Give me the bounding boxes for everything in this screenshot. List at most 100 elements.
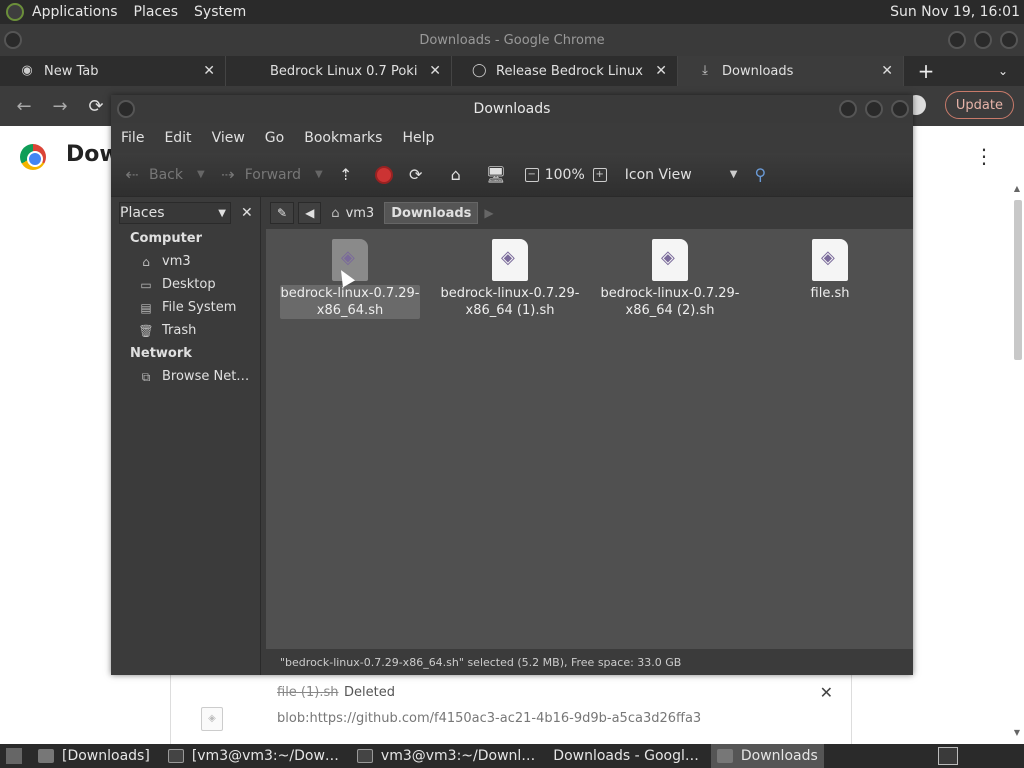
up-button[interactable]: ⇡ bbox=[335, 164, 363, 186]
minimize-button[interactable] bbox=[839, 100, 857, 118]
sidebar-item-browse-network[interactable]: ⧉ Browse Net… bbox=[111, 365, 260, 388]
more-options-icon[interactable]: ⋮ bbox=[974, 144, 994, 168]
file-item[interactable]: file.sh bbox=[760, 229, 900, 302]
edit-location-icon[interactable]: ✎ bbox=[270, 202, 295, 224]
page-scrollbar[interactable] bbox=[1014, 182, 1022, 742]
file-item[interactable]: bedrock-linux-0.7.29-x86_64 (2).sh bbox=[600, 229, 740, 319]
file-manager-window: Downloads File Edit View Go Bookmarks He… bbox=[111, 95, 913, 675]
sidebar-item-file-system[interactable]: ▤ File System bbox=[111, 296, 260, 319]
close-button[interactable] bbox=[891, 100, 909, 118]
chrome-icon: ◉ bbox=[21, 63, 33, 78]
menu-bookmarks[interactable]: Bookmarks bbox=[304, 130, 382, 146]
tab-release-bedrock[interactable]: ◯ Release Bedrock Linux 0.7.2 ✕ bbox=[452, 56, 678, 86]
places-menu[interactable]: Places bbox=[134, 4, 179, 20]
taskbar-item-active[interactable]: Downloads bbox=[710, 744, 824, 768]
zoom-level: 100% bbox=[544, 166, 585, 183]
scroll-down-icon[interactable]: ▼ bbox=[1014, 728, 1020, 737]
menu-go[interactable]: Go bbox=[265, 130, 284, 146]
new-tab-button[interactable]: + bbox=[914, 59, 938, 83]
stop-icon bbox=[374, 165, 393, 184]
taskbar-item[interactable]: [vm3@vm3:~/Dow… bbox=[162, 744, 345, 768]
back-label: Back bbox=[149, 166, 183, 183]
taskbar-item[interactable]: vm3@vm3:~/Downl… bbox=[351, 744, 541, 768]
sidebar-header: Places ▼ ✕ bbox=[111, 199, 260, 227]
menu-help[interactable]: Help bbox=[402, 130, 434, 146]
close-tab-icon[interactable]: ✕ bbox=[429, 63, 441, 79]
file-name: bedrock-linux-0.7.29-x86_64 (1).sh bbox=[440, 286, 580, 318]
tab-search-chevron-icon[interactable]: ⌄ bbox=[998, 64, 1008, 78]
close-tab-icon[interactable]: ✕ bbox=[655, 63, 667, 79]
close-tab-icon[interactable]: ✕ bbox=[881, 63, 893, 79]
minimize-button[interactable] bbox=[948, 31, 966, 49]
home-button[interactable]: ⌂ bbox=[445, 164, 473, 186]
update-button[interactable]: Update bbox=[944, 91, 1014, 119]
tab-new-tab[interactable]: ◉ New Tab ✕ bbox=[0, 56, 226, 86]
sidebar-item-label: Desktop bbox=[162, 277, 216, 292]
close-tab-icon[interactable]: ✕ bbox=[203, 63, 215, 79]
tab-downloads[interactable]: ⤓ Downloads ✕ bbox=[678, 56, 904, 86]
zoom-control[interactable]: − 100% + bbox=[524, 166, 613, 183]
close-button[interactable] bbox=[1000, 31, 1018, 49]
home-folder-icon: ⌂ bbox=[331, 205, 340, 221]
window-menu-button[interactable] bbox=[4, 31, 22, 49]
file-icon-view[interactable]: bedrock-linux-0.7.29-x86_64.sh bedrock-l… bbox=[266, 229, 913, 649]
sidebar-item-vm3[interactable]: ⌂ vm3 bbox=[111, 250, 260, 273]
tab-bedrock-install[interactable]: Bedrock Linux 0.7 Poki Insta ✕ bbox=[226, 56, 452, 86]
zoom-in-icon[interactable]: + bbox=[592, 167, 607, 182]
sidebar-item-label: vm3 bbox=[162, 254, 191, 269]
chevron-down-icon[interactable]: ▼ bbox=[315, 169, 323, 180]
sidebar: Places ▼ ✕ Computer ⌂ vm3 ▭ Desktop ▤ Fi… bbox=[111, 197, 261, 675]
menu-file[interactable]: File bbox=[121, 130, 144, 146]
chrome-titlebar[interactable]: Downloads - Google Chrome bbox=[0, 24, 1024, 56]
reload-button[interactable]: ⟳ bbox=[84, 96, 108, 117]
mate-logo-icon[interactable] bbox=[6, 3, 24, 21]
sidebar-item-label: Browse Net… bbox=[162, 369, 250, 384]
close-sidebar-icon[interactable]: ✕ bbox=[241, 205, 253, 221]
breadcrumb-vm3[interactable]: ⌂ vm3 bbox=[325, 202, 380, 224]
path-forward-icon[interactable]: ▶ bbox=[484, 206, 493, 220]
zoom-out-icon[interactable]: − bbox=[524, 167, 539, 182]
path-bar: ✎ ◀ ⌂ vm3 Downloads ▶ bbox=[266, 197, 913, 229]
search-button[interactable]: ⚲ bbox=[749, 164, 777, 186]
fm-titlebar[interactable]: Downloads bbox=[111, 95, 913, 123]
download-filename[interactable]: file (1).sh bbox=[277, 685, 339, 700]
system-menu[interactable]: System bbox=[194, 4, 246, 20]
download-status: Deleted bbox=[344, 685, 395, 700]
applications-menu[interactable]: Applications bbox=[32, 4, 118, 20]
breadcrumb-label: vm3 bbox=[345, 205, 375, 221]
computer-button[interactable]: 🖥 bbox=[485, 164, 513, 186]
fm-menubar: File Edit View Go Bookmarks Help bbox=[111, 123, 913, 153]
sidebar-item-trash[interactable]: 🗑 Trash bbox=[111, 319, 260, 342]
chrome-logo-icon bbox=[20, 144, 46, 170]
sidebar-mode-label: Places bbox=[120, 205, 165, 221]
menu-view[interactable]: View bbox=[212, 130, 245, 146]
sidebar-item-desktop[interactable]: ▭ Desktop bbox=[111, 273, 260, 296]
taskbar-item[interactable]: [Downloads] bbox=[32, 744, 156, 768]
arrow-left-icon: ⇠ bbox=[125, 164, 139, 184]
scroll-up-icon[interactable]: ▲ bbox=[1014, 184, 1020, 193]
chevron-down-icon[interactable]: ▼ bbox=[197, 169, 205, 180]
taskbar-item[interactable]: Downloads - Googl… bbox=[547, 744, 705, 768]
stop-button[interactable] bbox=[374, 165, 393, 184]
clock[interactable]: Sun Nov 19, 16:01 bbox=[890, 4, 1020, 20]
main-pane: ✎ ◀ ⌂ vm3 Downloads ▶ bedrock-linux-0.7.… bbox=[266, 197, 913, 675]
sidebar-mode-select[interactable]: Places ▼ bbox=[119, 202, 231, 224]
breadcrumb-downloads[interactable]: Downloads bbox=[384, 202, 479, 224]
file-item[interactable]: bedrock-linux-0.7.29-x86_64 (1).sh bbox=[440, 229, 580, 319]
show-desktop-icon[interactable] bbox=[6, 748, 22, 764]
window-menu-button[interactable] bbox=[117, 100, 135, 118]
view-mode-select[interactable]: Icon View ▼ bbox=[625, 167, 738, 183]
remove-download-icon[interactable]: ✕ bbox=[820, 683, 833, 702]
reload-button[interactable]: ⟳ bbox=[405, 164, 433, 186]
back-button[interactable]: ⇠ Back ▼ bbox=[121, 164, 205, 186]
menu-edit[interactable]: Edit bbox=[164, 130, 191, 146]
maximize-button[interactable] bbox=[974, 31, 992, 49]
path-back-icon[interactable]: ◀ bbox=[298, 202, 322, 224]
maximize-button[interactable] bbox=[865, 100, 883, 118]
workspace-switcher[interactable] bbox=[938, 747, 958, 765]
forward-button[interactable]: ⇢ Forward ▼ bbox=[217, 164, 323, 186]
scrollbar-thumb[interactable] bbox=[1014, 200, 1022, 360]
forward-button[interactable]: → bbox=[48, 96, 72, 117]
download-url[interactable]: blob:https://github.com/f4150ac3-ac21-4b… bbox=[277, 711, 701, 726]
back-button[interactable]: ← bbox=[12, 96, 36, 117]
